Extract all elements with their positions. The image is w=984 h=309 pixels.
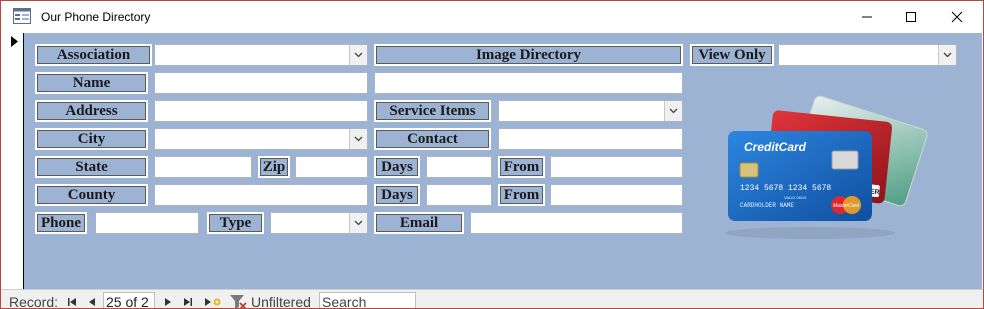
email-label: Email — [374, 212, 464, 234]
first-record-button[interactable] — [65, 292, 79, 308]
last-record-button[interactable] — [181, 292, 195, 308]
close-button[interactable] — [934, 1, 980, 33]
name-field[interactable] — [154, 72, 368, 94]
association-label: Association — [35, 44, 152, 66]
service-items-combo[interactable] — [498, 100, 683, 122]
next-record-icon — [165, 297, 171, 306]
from-label-2: From — [498, 184, 545, 206]
chevron-down-icon — [669, 108, 678, 114]
record-navigation-bar: Record: 25 of 2 Unfiltered Search — [1, 289, 983, 309]
association-dropdown-button[interactable] — [349, 45, 367, 65]
city-label: City — [35, 128, 148, 150]
next-record-button[interactable] — [161, 292, 175, 308]
image-directory-field[interactable] — [374, 72, 683, 94]
view-only-label: View Only — [690, 44, 774, 66]
phone-label: Phone — [35, 212, 87, 234]
search-input[interactable]: Search — [319, 292, 416, 308]
address-field[interactable] — [154, 100, 368, 122]
county-field[interactable] — [154, 184, 368, 206]
contact-field[interactable] — [498, 128, 683, 150]
from-field-2[interactable] — [550, 184, 683, 206]
phone-field[interactable] — [95, 212, 199, 234]
city-dropdown-button[interactable] — [349, 129, 367, 149]
chevron-down-icon — [354, 52, 363, 58]
service-items-dropdown-button[interactable] — [664, 101, 682, 121]
maximize-button[interactable] — [888, 1, 934, 33]
type-combo[interactable] — [270, 212, 368, 234]
email-field[interactable] — [470, 212, 683, 234]
chevron-down-icon — [354, 136, 363, 142]
front-card-brand: CreditCard — [744, 140, 807, 154]
type-dropdown-button[interactable] — [349, 213, 367, 233]
first-record-icon — [68, 297, 76, 306]
state-field[interactable] — [154, 156, 252, 178]
days-label-1: Days — [374, 156, 420, 178]
last-record-icon — [184, 297, 192, 306]
front-card-valid: VALID 06/15 — [784, 195, 807, 200]
chevron-down-icon — [354, 220, 363, 226]
view-only-dropdown-button[interactable] — [938, 45, 956, 65]
minimize-button[interactable] — [844, 1, 890, 33]
record-selector[interactable] — [1, 33, 24, 289]
credit-cards-image: DISCOVER CreditCard 1234 5678 1234 5678 … — [725, 95, 928, 239]
from-label-1: From — [498, 156, 545, 178]
front-card: CreditCard 1234 5678 1234 5678 VALID 06/… — [728, 131, 872, 221]
zip-field[interactable] — [295, 156, 368, 178]
view-only-combo[interactable] — [778, 44, 957, 66]
from-field-1[interactable] — [550, 156, 683, 178]
zip-label: Zip — [258, 156, 290, 178]
days-field-1[interactable] — [426, 156, 492, 178]
window-title: Our Phone Directory — [41, 10, 151, 24]
new-record-button[interactable] — [203, 292, 223, 308]
front-card-logo: MasterCard — [833, 203, 859, 209]
window: Our Phone Directory Association Image Di… — [0, 0, 984, 309]
days-field-2[interactable] — [426, 184, 492, 206]
maximize-icon — [906, 12, 916, 22]
days-label-2: Days — [374, 184, 420, 206]
previous-record-button[interactable] — [85, 292, 99, 308]
service-items-label: Service Items — [374, 100, 491, 122]
filter-icon — [230, 294, 247, 308]
address-label: Address — [35, 100, 148, 122]
chevron-down-icon — [943, 52, 952, 58]
minimize-icon — [862, 16, 872, 18]
county-label: County — [35, 184, 148, 206]
record-label: Record: — [9, 293, 59, 309]
filter-status[interactable]: Unfiltered — [251, 292, 311, 309]
type-label: Type — [207, 212, 264, 234]
front-card-holder: CARDHOLDER NAME — [740, 202, 794, 209]
form-body: Association Image Directory View Only Na… — [24, 33, 982, 289]
name-label: Name — [35, 72, 148, 94]
close-icon — [951, 11, 963, 23]
image-directory-label: Image Directory — [374, 44, 683, 66]
state-label: State — [35, 156, 148, 178]
contact-label: Contact — [374, 128, 491, 150]
city-combo[interactable] — [154, 128, 368, 150]
title-bar: Our Phone Directory — [1, 1, 983, 33]
new-record-icon — [205, 297, 221, 306]
previous-record-icon — [89, 297, 95, 306]
filter-button[interactable] — [229, 292, 249, 308]
association-combo[interactable] — [154, 44, 368, 66]
form-icon — [13, 8, 31, 24]
front-card-number: 1234 5678 1234 5678 — [740, 184, 831, 193]
current-record-pointer-icon — [11, 36, 18, 47]
current-record-field[interactable]: 25 of 2 — [103, 292, 155, 308]
